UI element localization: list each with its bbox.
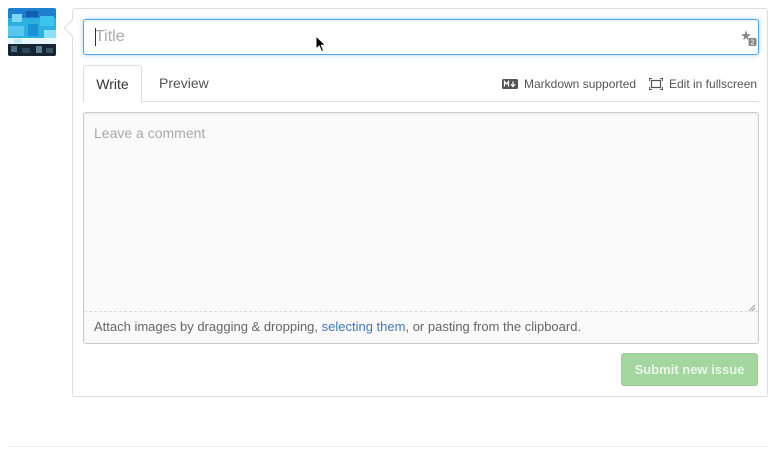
- comment-textarea[interactable]: [84, 113, 758, 311]
- markdown-label: Markdown supported: [524, 77, 637, 91]
- text-caret: [95, 28, 96, 46]
- fullscreen-button[interactable]: Edit in fullscreen: [649, 76, 757, 92]
- svg-text:2: 2: [750, 39, 754, 47]
- fullscreen-label: Edit in fullscreen: [669, 77, 758, 91]
- mouse-pointer-icon: [315, 35, 327, 53]
- avatar-image: [8, 8, 56, 56]
- markdown-note[interactable]: Markdown supported: [502, 76, 636, 92]
- tab-write[interactable]: Write: [83, 65, 142, 103]
- comment-editor: Attach images by dragging & dropping, se…: [83, 112, 759, 344]
- title-input[interactable]: [83, 19, 759, 55]
- card-pointer: [63, 19, 81, 37]
- avatar[interactable]: [8, 8, 56, 56]
- fullscreen-icon: [649, 78, 663, 90]
- attach-hint-prefix: Attach images by dragging & dropping,: [94, 319, 322, 334]
- select-files-link[interactable]: selecting them: [322, 319, 406, 334]
- editor-tabs: Write Preview Markdown supported Edit in…: [83, 65, 759, 103]
- tab-preview[interactable]: Preview: [147, 65, 221, 102]
- submit-issue-button[interactable]: Submit new issue: [621, 353, 758, 386]
- attach-hint-suffix: , or pasting from the clipboard.: [405, 319, 582, 334]
- new-issue-form: 2 Write Preview Markdown supported Edit …: [63, 8, 768, 397]
- footer-divider: [8, 446, 768, 447]
- title-assist-icon[interactable]: 2: [739, 29, 757, 47]
- markdown-icon: [502, 79, 518, 89]
- attach-hint[interactable]: Attach images by dragging & dropping, se…: [84, 311, 758, 343]
